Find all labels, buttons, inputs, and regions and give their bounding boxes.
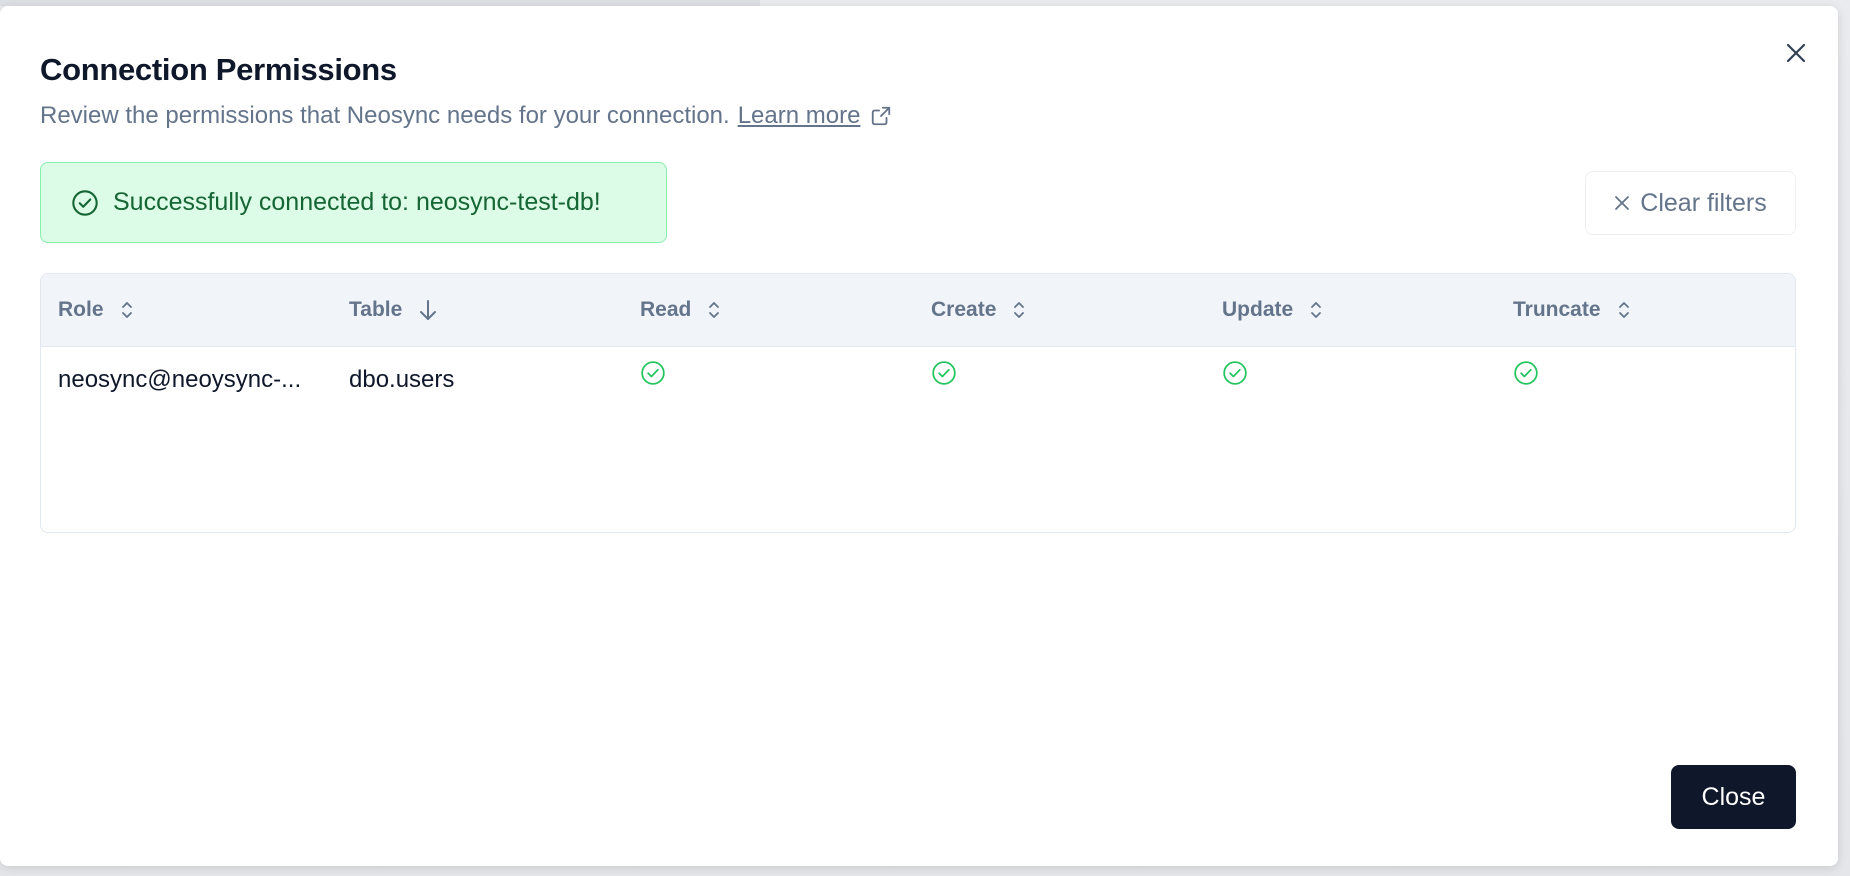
- table-header: Role Table Read Create Update Truncate: [41, 274, 1795, 347]
- cell-table: dbo.users: [349, 366, 455, 393]
- close-icon[interactable]: [1779, 36, 1813, 70]
- sort-icon[interactable]: [120, 300, 134, 320]
- header-update[interactable]: Update: [1205, 298, 1496, 322]
- header-truncate[interactable]: Truncate: [1496, 298, 1787, 322]
- header-read[interactable]: Read: [623, 298, 914, 322]
- cell-truncate: [1496, 360, 1787, 393]
- check-circle-icon: [71, 189, 99, 217]
- header-table[interactable]: Table: [332, 298, 623, 322]
- permissions-table: Role Table Read Create Update Truncate n…: [40, 273, 1796, 533]
- success-alert: Successfully connected to: neosync-test-…: [40, 162, 667, 243]
- alert-text: Successfully connected to: neosync-test-…: [113, 188, 601, 216]
- cell-update: [1205, 360, 1496, 393]
- permissions-dialog: Connection Permissions Review the permis…: [0, 6, 1838, 866]
- check-circle-icon: [640, 360, 666, 393]
- header-create[interactable]: Create: [914, 298, 1205, 322]
- sort-icon[interactable]: [1617, 300, 1631, 320]
- table-row: neosync@neoysync-... dbo.users: [41, 347, 1795, 413]
- clear-filters-label: Clear filters: [1640, 188, 1767, 217]
- sort-icon[interactable]: [1309, 300, 1323, 320]
- sort-icon[interactable]: [1012, 300, 1026, 320]
- close-button[interactable]: Close: [1671, 765, 1796, 829]
- cell-create: [914, 360, 1205, 393]
- arrow-down-icon[interactable]: [418, 299, 438, 321]
- check-circle-icon: [1513, 360, 1539, 393]
- check-circle-icon: [931, 360, 957, 393]
- dialog-subtitle: Review the permissions that Neosync need…: [40, 102, 892, 130]
- learn-more-link[interactable]: Learn more: [738, 102, 861, 130]
- close-icon: [1614, 195, 1630, 211]
- external-link-icon[interactable]: [870, 105, 892, 127]
- subtitle-text: Review the permissions that Neosync need…: [40, 102, 730, 129]
- cell-role: neosync@neoysync-...: [58, 366, 302, 393]
- dialog-title: Connection Permissions: [40, 52, 397, 87]
- clear-filters-button[interactable]: Clear filters: [1585, 171, 1796, 235]
- check-circle-icon: [1222, 360, 1248, 393]
- header-role[interactable]: Role: [41, 298, 332, 322]
- sort-icon[interactable]: [707, 300, 721, 320]
- cell-read: [623, 360, 914, 393]
